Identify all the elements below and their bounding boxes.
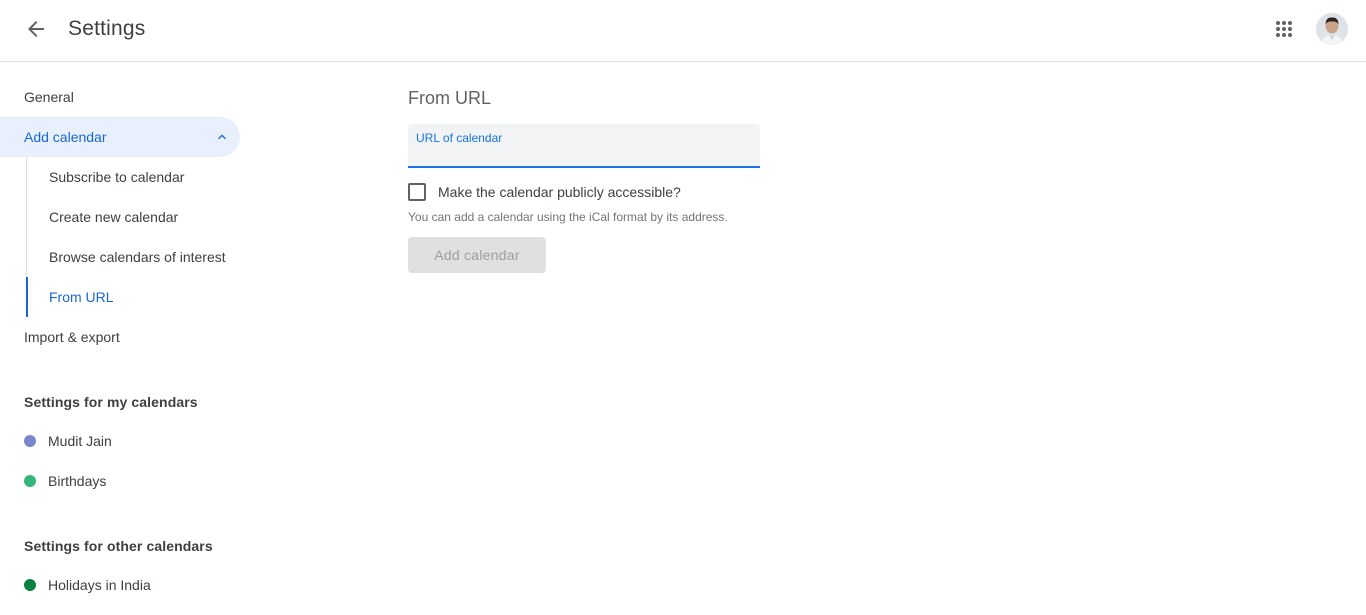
other-calendars-heading: Settings for other calendars bbox=[24, 538, 213, 554]
top-app-bar: Settings bbox=[0, 0, 1366, 62]
calendar-item-label: Holidays in India bbox=[48, 577, 151, 593]
calendar-color-dot bbox=[24, 435, 36, 447]
calendar-item-label: Birthdays bbox=[48, 473, 107, 489]
sidebar-item-label: From URL bbox=[49, 289, 114, 305]
calendar-item-mudit-jain[interactable]: Mudit Jain bbox=[0, 421, 240, 461]
sidebar-item-general[interactable]: General bbox=[0, 77, 240, 117]
calendar-color-dot bbox=[24, 579, 36, 591]
chevron-up-icon[interactable] bbox=[214, 129, 230, 145]
sidebar-item-label: General bbox=[24, 89, 74, 105]
calendar-item-birthdays[interactable]: Birthdays bbox=[0, 461, 240, 501]
sidebar-item-import-export[interactable]: Import & export bbox=[0, 317, 240, 357]
url-field-label: URL of calendar bbox=[416, 131, 503, 145]
my-calendars-heading: Settings for my calendars bbox=[24, 394, 198, 410]
calendar-item-label: Mudit Jain bbox=[48, 433, 112, 449]
sidebar-item-label: Create new calendar bbox=[49, 209, 179, 225]
calendar-url-input[interactable] bbox=[416, 146, 752, 164]
public-access-checkbox[interactable] bbox=[408, 183, 426, 201]
sidebar-item-from-url[interactable]: From URL bbox=[26, 277, 240, 317]
calendar-item-holidays-india[interactable]: Holidays in India bbox=[0, 565, 240, 605]
calendar-url-field[interactable]: URL of calendar bbox=[408, 124, 760, 168]
calendar-color-dot bbox=[24, 475, 36, 487]
section-title: From URL bbox=[408, 88, 492, 108]
user-avatar-icon bbox=[1316, 13, 1348, 45]
account-avatar[interactable] bbox=[1316, 13, 1348, 45]
public-access-label: Make the calendar publicly accessible? bbox=[438, 184, 681, 200]
sidebar-item-add-calendar[interactable]: Add calendar bbox=[0, 117, 240, 157]
back-button[interactable] bbox=[16, 9, 56, 49]
sidebar-item-subscribe[interactable]: Subscribe to calendar bbox=[26, 157, 240, 197]
apps-grid-icon bbox=[1276, 21, 1292, 37]
sidebar-item-create-new[interactable]: Create new calendar bbox=[26, 197, 240, 237]
helper-text: You can add a calendar using the iCal fo… bbox=[408, 210, 728, 224]
sidebar-item-label: Browse calendars of interest bbox=[49, 249, 226, 265]
sidebar-item-label: Subscribe to calendar bbox=[49, 169, 185, 185]
sidebar-item-label: Import & export bbox=[24, 329, 120, 345]
google-apps-button[interactable] bbox=[1264, 9, 1304, 49]
public-access-checkbox-row[interactable]: Make the calendar publicly accessible? bbox=[408, 182, 681, 202]
add-calendar-button[interactable]: Add calendar bbox=[408, 237, 546, 273]
sidebar-item-label: Add calendar bbox=[24, 129, 107, 145]
arrow-back-icon bbox=[28, 21, 44, 37]
sidebar-item-browse[interactable]: Browse calendars of interest bbox=[26, 237, 240, 277]
page-title: Settings bbox=[68, 17, 146, 40]
